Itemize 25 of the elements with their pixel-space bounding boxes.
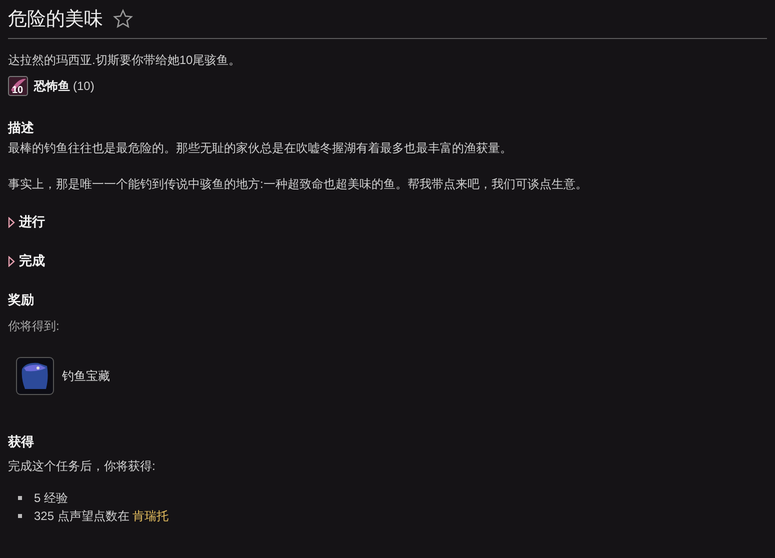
- bullet-icon: [18, 514, 22, 518]
- fish-icon[interactable]: 10: [8, 76, 28, 96]
- quest-title: 危险的美味: [8, 8, 103, 32]
- section-heading: 获得: [8, 433, 35, 451]
- triangle-icon[interactable]: [8, 216, 15, 228]
- section-heading: 奖励: [8, 291, 35, 309]
- item-count: 10: [12, 86, 24, 96]
- section-toggle[interactable]: 完成: [19, 252, 45, 270]
- bullet-icon: [18, 496, 22, 500]
- item-name[interactable]: 恐怖鱼: [34, 78, 70, 94]
- objective-text: 达拉然的玛西亚.切斯要你带给她10尾骇鱼。: [8, 52, 242, 69]
- star-icon[interactable]: [113, 9, 133, 29]
- bag-icon[interactable]: [16, 357, 54, 395]
- triangle-icon[interactable]: [8, 256, 15, 266]
- faction-link[interactable]: 肯瑞托: [132, 508, 169, 522]
- item-quantity: (10): [73, 79, 94, 93]
- reward-name[interactable]: 钓鱼宝藏: [62, 368, 110, 384]
- description-text: 最棒的钓鱼往往也是最危险的。那些无耻的家伙总是在吹嘘冬握湖有着最多也最丰富的渔获量。: [8, 140, 513, 157]
- reward-line: 5 经验: [34, 490, 68, 506]
- section-heading: 描述: [8, 119, 35, 137]
- description-text: 事实上，那是唯一一个能钓到传说中骇鱼的地方:一种超致命也超美味的鱼。帮我带点来吧，我们可谈点生意。: [8, 176, 588, 193]
- rewards-intro: 你将得到:: [8, 318, 60, 335]
- reward-line: 325 点声望点数在 肯瑞托: [34, 508, 169, 524]
- section-toggle[interactable]: 进行: [19, 213, 45, 231]
- gains-intro: 完成这个任务后，你将获得:: [8, 458, 156, 475]
